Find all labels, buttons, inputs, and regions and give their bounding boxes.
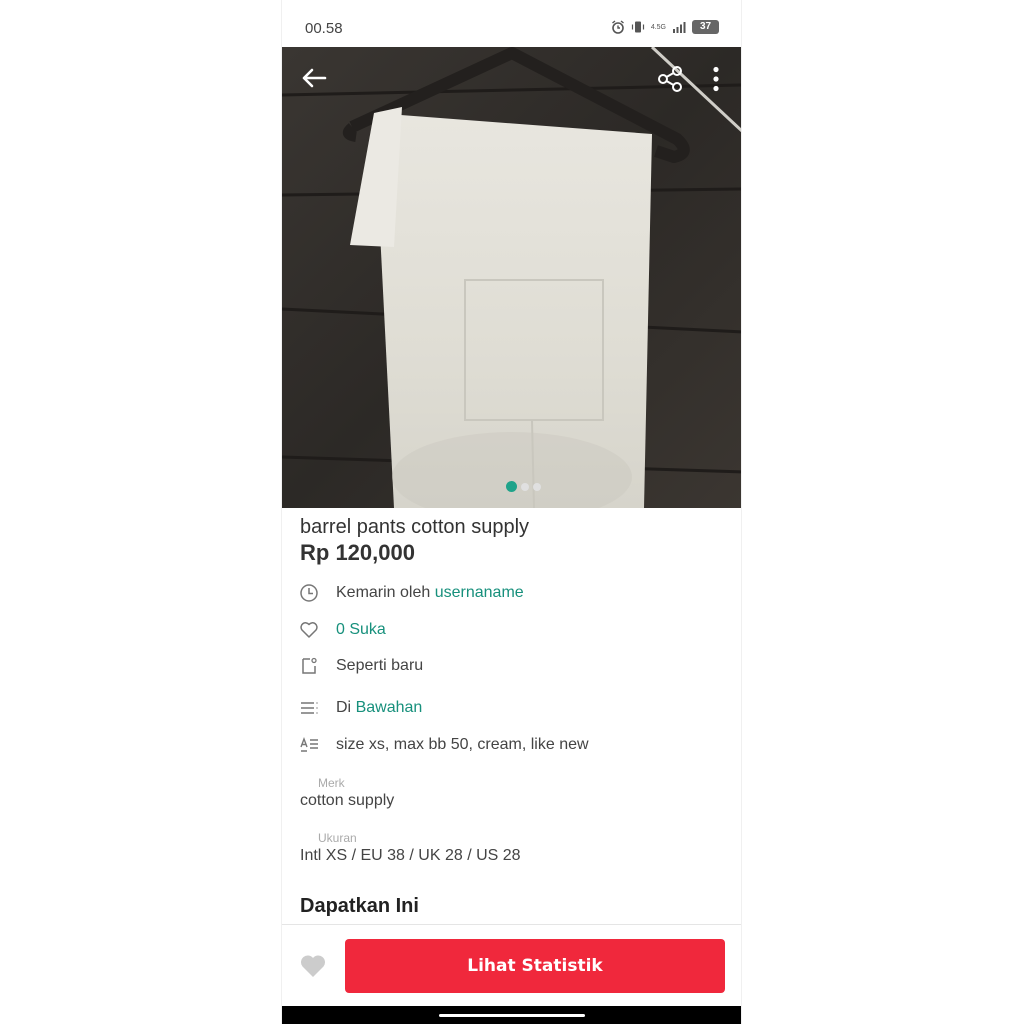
network-indicator: 4.5G [650, 23, 666, 31]
back-button[interactable] [296, 62, 332, 94]
status-icons: 4.5G 37 [611, 20, 719, 34]
likes-count[interactable]: 0 Suka [336, 621, 386, 639]
size-value: Intl XS / EU 38 / UK 28 / US 28 [300, 847, 521, 864]
tag-icon [298, 655, 320, 677]
view-statistics-button[interactable]: Lihat Statistik [345, 939, 725, 993]
size-label: Ukuran [318, 831, 357, 845]
carousel-dot[interactable] [506, 481, 517, 492]
category-info: Di Bawahan [298, 697, 422, 719]
share-button[interactable] [652, 62, 688, 96]
carousel-dot[interactable] [521, 482, 529, 491]
phone-screen: 00.58 4.5G 37 barrel pants cotton supply… [281, 0, 742, 1024]
alarm-icon [611, 20, 624, 34]
home-handle[interactable] [439, 1014, 585, 1017]
condition-value: Seperti baru [336, 657, 424, 674]
text-format-icon [298, 734, 320, 756]
product-image[interactable] [282, 47, 741, 508]
arrow-left-icon [302, 68, 327, 88]
carousel-dot[interactable] [533, 482, 541, 491]
section-title: Dapatkan Ini [300, 895, 419, 917]
vibrate-icon [631, 21, 644, 33]
share-icon [658, 66, 682, 92]
system-nav-bar [282, 1006, 741, 1024]
like-button[interactable] [298, 951, 328, 981]
heart-filled-icon [300, 955, 326, 977]
carousel-indicator [506, 481, 541, 492]
posted-info: Kemarin oleh usernaname [298, 582, 524, 604]
bottom-action-bar: Lihat Statistik [282, 924, 741, 1006]
clock-icon [298, 582, 320, 604]
brand-label: Merk [318, 776, 345, 790]
condition-info: Seperti baru [298, 655, 423, 677]
product-price: Rp 120,000 [300, 540, 415, 565]
seller-username-link[interactable]: usernaname [435, 584, 524, 602]
likes-info[interactable]: 0 Suka [298, 619, 386, 641]
product-photo [282, 47, 741, 508]
status-time: 00.58 [305, 20, 343, 37]
signal-icon [673, 22, 686, 33]
product-title: barrel pants cotton supply [300, 516, 530, 538]
more-vertical-icon [713, 66, 719, 92]
heart-outline-icon [298, 619, 320, 641]
description-text: size xs, max bb 50, cream, like new [336, 736, 589, 753]
more-options-button[interactable] [704, 62, 728, 96]
status-bar: 00.58 4.5G 37 [282, 0, 741, 47]
battery-indicator: 37 [692, 20, 719, 34]
description-info: size xs, max bb 50, cream, like new [298, 734, 589, 756]
category-prefix: Di [336, 699, 356, 716]
category-link[interactable]: Bawahan [356, 699, 423, 717]
list-icon [298, 697, 320, 719]
brand-value: cotton supply [300, 792, 395, 809]
posted-time: Kemarin oleh [336, 584, 435, 601]
